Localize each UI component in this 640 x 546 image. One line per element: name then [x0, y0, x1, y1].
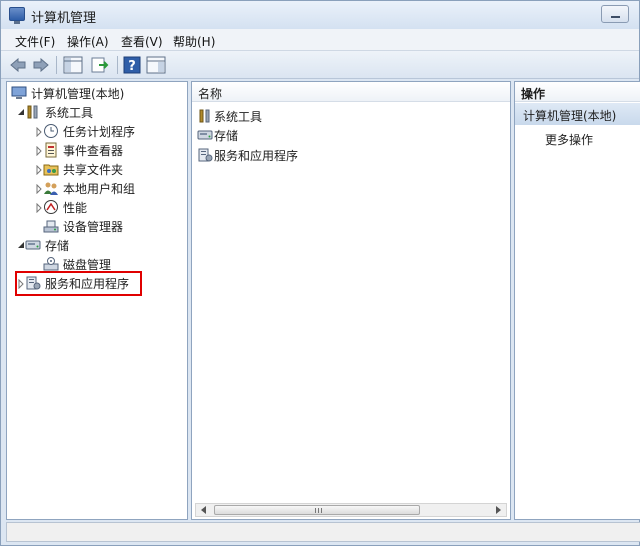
- menu-bar: 文件(F) 操作(A) 查看(V) 帮助(H): [1, 29, 639, 51]
- svg-text:?: ?: [128, 59, 136, 74]
- tree-item-device-manager[interactable]: 设备管理器: [43, 217, 123, 235]
- actions-header-label: 操作: [521, 87, 546, 101]
- tree-label: 性能: [63, 200, 88, 215]
- expanded-arrow-icon[interactable]: [17, 240, 25, 250]
- tree-label: 共享文件夹: [63, 162, 124, 177]
- tree-label: 本地用户和组: [63, 181, 136, 196]
- toolbar: ?: [1, 51, 639, 79]
- export-list-icon[interactable]: [89, 55, 111, 75]
- show-hide-action-pane-icon[interactable]: [145, 55, 167, 75]
- computer-icon: [11, 85, 27, 101]
- toolbar-separator: [56, 56, 57, 74]
- toolbar-separator: [117, 56, 118, 74]
- list-item-label: 服务和应用程序: [214, 148, 299, 163]
- tree-item-task-scheduler[interactable]: 任务计划程序: [35, 122, 135, 140]
- console-tree-pane[interactable]: 计算机管理(本地) 系统工具 任务计划程序 事件查看器 共享文件夹 本地用户和组…: [6, 81, 188, 520]
- more-actions-link[interactable]: 更多操作: [545, 131, 593, 148]
- users-icon: [43, 180, 59, 196]
- list-item[interactable]: 系统工具: [197, 107, 262, 125]
- window-title: 计算机管理: [31, 11, 97, 26]
- clock-icon: [43, 123, 59, 139]
- tree-item-root[interactable]: 计算机管理(本地): [11, 84, 124, 102]
- disk-management-icon: [43, 256, 59, 272]
- computer-management-icon: [9, 7, 25, 24]
- list-item-label: 存储: [214, 128, 239, 143]
- collapsed-arrow-icon[interactable]: [35, 202, 43, 214]
- tools-icon: [197, 108, 213, 124]
- collapsed-arrow-icon[interactable]: [35, 145, 43, 157]
- computer-management-window: 计算机管理 文件(F) 操作(A) 查看(V) 帮助(H) ? 计算机管理(本地…: [0, 0, 640, 546]
- device-manager-icon: [43, 218, 59, 234]
- collapsed-arrow-icon[interactable]: [35, 126, 43, 138]
- column-header-name[interactable]: 名称: [192, 82, 510, 102]
- list-item[interactable]: 服务和应用程序: [197, 146, 298, 164]
- tree-item-performance[interactable]: 性能: [35, 198, 87, 216]
- tree-label: 存储: [45, 238, 70, 253]
- tools-icon: [25, 104, 41, 120]
- collapsed-arrow-icon[interactable]: [35, 183, 43, 195]
- grip-icon: [315, 508, 323, 513]
- tree-label: 事件查看器: [63, 143, 124, 158]
- menu-action[interactable]: 操作(A): [67, 33, 109, 50]
- scroll-left-icon[interactable]: [201, 506, 206, 514]
- tree-item-storage[interactable]: 存储: [17, 236, 69, 254]
- horizontal-scrollbar[interactable]: [195, 503, 507, 517]
- menu-view[interactable]: 查看(V): [121, 33, 163, 50]
- tree-label: 系统工具: [45, 105, 94, 120]
- expanded-arrow-icon[interactable]: [17, 107, 25, 117]
- tree-label: 任务计划程序: [63, 124, 136, 139]
- tree-label: 磁盘管理: [63, 257, 112, 272]
- column-header-label: 名称: [198, 87, 223, 101]
- show-hide-console-tree-icon[interactable]: [62, 55, 84, 75]
- actions-header: 操作: [515, 82, 640, 102]
- menu-help[interactable]: 帮助(H): [173, 33, 215, 50]
- highlight-annotation-box: [15, 271, 142, 296]
- tree-item-shared-folders[interactable]: 共享文件夹: [35, 160, 123, 178]
- tree-item-local-users-groups[interactable]: 本地用户和组: [35, 179, 135, 197]
- shared-folder-icon: [43, 161, 59, 177]
- tree-item-system-tools[interactable]: 系统工具: [17, 103, 93, 121]
- minimize-button[interactable]: [601, 5, 629, 23]
- event-viewer-icon: [43, 142, 59, 158]
- storage-icon: [197, 127, 213, 143]
- forward-icon[interactable]: [32, 55, 50, 75]
- status-bar: [6, 522, 640, 542]
- actions-section-label: 计算机管理(本地): [523, 109, 617, 123]
- help-icon[interactable]: ?: [122, 55, 142, 75]
- results-pane[interactable]: 名称 系统工具 存储 服务和应用程序: [191, 81, 511, 520]
- tree-item-event-viewer[interactable]: 事件查看器: [35, 141, 123, 159]
- tree-label: 计算机管理(本地): [31, 86, 125, 101]
- scroll-right-icon[interactable]: [496, 506, 501, 514]
- menu-file[interactable]: 文件(F): [15, 33, 55, 50]
- back-icon[interactable]: [9, 55, 27, 75]
- scrollbar-thumb[interactable]: [214, 505, 420, 515]
- list-item[interactable]: 存储: [197, 126, 238, 144]
- actions-section-header[interactable]: 计算机管理(本地): [515, 103, 640, 125]
- collapsed-arrow-icon[interactable]: [35, 164, 43, 176]
- storage-icon: [25, 237, 41, 253]
- performance-icon: [43, 199, 59, 215]
- services-icon: [197, 147, 213, 163]
- actions-pane: 操作 计算机管理(本地) 更多操作: [514, 81, 640, 520]
- title-bar[interactable]: 计算机管理: [1, 1, 639, 29]
- list-item-label: 系统工具: [214, 109, 263, 124]
- tree-label: 设备管理器: [63, 219, 124, 234]
